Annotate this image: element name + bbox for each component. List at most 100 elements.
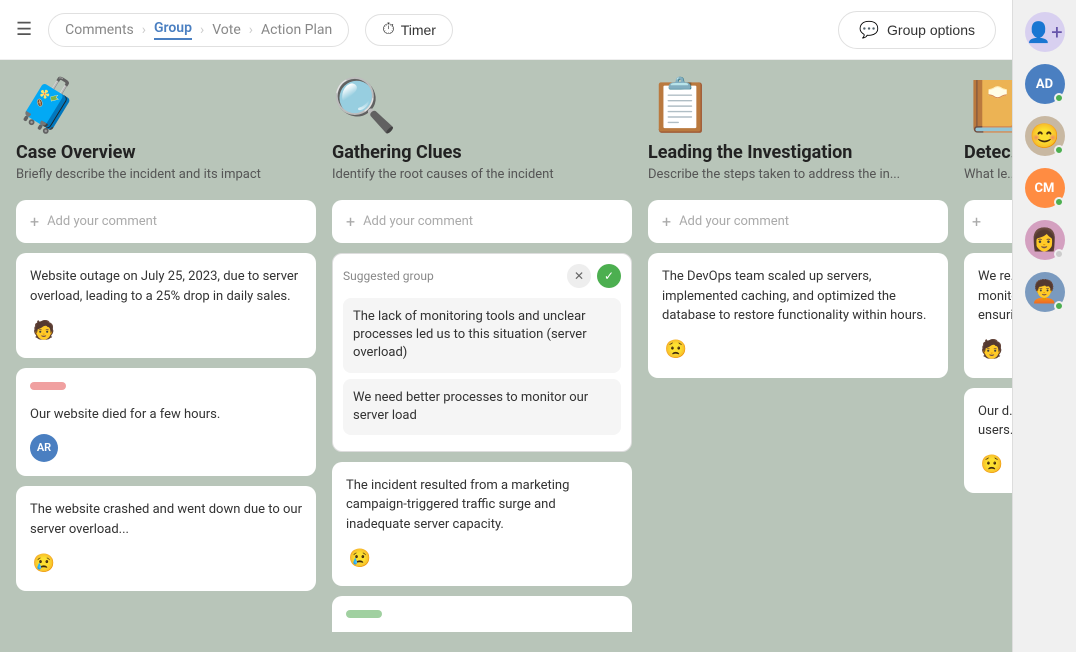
breadcrumb-sep-3: › — [249, 22, 253, 38]
sidebar-user-cm-status — [1054, 197, 1064, 207]
sidebar-user-4-status — [1054, 249, 1064, 259]
breadcrumb-nav: Comments › Group › Vote › Action Plan — [48, 13, 349, 47]
sidebar-user-ad[interactable]: AD — [1025, 64, 1065, 104]
sidebar-user-4[interactable]: 👩 — [1025, 220, 1065, 260]
card-detecting-2: Our d... users... 😟 — [964, 388, 1012, 493]
column-leading-investigation: 📋 Leading the Investigation Describe the… — [648, 80, 948, 632]
right-sidebar: 👤+ AD 😊 CM 👩 🧑‍🦱 — [1012, 0, 1076, 652]
sidebar-user-5-status — [1054, 301, 1064, 311]
avatar-gathering-clues-1: 😢 — [346, 544, 374, 572]
sidebar-user-2-status — [1054, 145, 1064, 155]
add-comment-case-overview[interactable]: + Add your comment — [16, 200, 316, 243]
gathering-clues-icon: 🔍 — [332, 80, 632, 132]
timer-icon: ⏱ — [382, 21, 394, 39]
hamburger-icon[interactable]: ☰ — [16, 19, 32, 40]
column-content-gathering-clues: Suggested group ✕ ✓ The lack of monitori… — [332, 253, 632, 632]
group-options-button[interactable]: 💬 Group options — [838, 11, 996, 49]
plus-icon-gathering-clues: + — [346, 212, 355, 231]
suggested-group-header: Suggested group ✕ ✓ — [343, 264, 621, 288]
card-gathering-clues-2: We had very good weekly updates but we n… — [332, 596, 632, 632]
card-detecting-1: We re... monito... ensuri... 🧑 — [964, 253, 1012, 378]
breadcrumb-comments[interactable]: Comments — [65, 22, 134, 38]
detecting-icon: 📔 — [964, 80, 1012, 132]
plus-icon-case-overview: + — [30, 212, 39, 231]
add-user-icon: 👤+ — [1026, 20, 1062, 44]
column-subtitle-leading: Describe the steps taken to address the … — [648, 167, 948, 182]
column-gathering-clues: 🔍 Gathering Clues Identify the root caus… — [332, 80, 632, 632]
column-header-leading: 📋 Leading the Investigation Describe the… — [648, 80, 948, 182]
leading-investigation-icon: 📋 — [648, 80, 948, 132]
column-header-gathering-clues: 🔍 Gathering Clues Identify the root caus… — [332, 80, 632, 182]
sg-inner-card-1: The lack of monitoring tools and unclear… — [343, 298, 621, 373]
breadcrumb-action-plan[interactable]: Action Plan — [261, 22, 332, 38]
suggested-group-label: Suggested group — [343, 269, 434, 283]
card-text-gc-1: The incident resulted from a marketing c… — [346, 476, 618, 535]
add-comment-placeholder-leading: Add your comment — [679, 214, 789, 229]
board-area: 🧳 Case Overview Briefly describe the inc… — [0, 60, 1012, 652]
avatar-leading-1: 😟 — [662, 336, 690, 364]
avatar-case-overview-3: 😢 — [30, 549, 58, 577]
column-header-detecting: 📔 Detec... What le... — [964, 80, 1012, 182]
plus-icon-detecting: + — [972, 212, 981, 231]
avatar-detecting-2: 😟 — [978, 451, 1006, 479]
plus-icon-leading: + — [662, 212, 671, 231]
suggested-group-confirm[interactable]: ✓ — [597, 264, 621, 288]
add-user-button[interactable]: 👤+ — [1025, 12, 1065, 52]
sidebar-user-ad-initials: AD — [1036, 77, 1053, 92]
add-comment-leading[interactable]: + Add your comment — [648, 200, 948, 243]
top-nav: ☰ Comments › Group › Vote › Action Plan … — [0, 0, 1012, 60]
card-gathering-clues-1: The incident resulted from a marketing c… — [332, 462, 632, 587]
main-area: ☰ Comments › Group › Vote › Action Plan … — [0, 0, 1012, 652]
breadcrumb-group[interactable]: Group — [154, 20, 192, 40]
column-title-case-overview: Case Overview — [16, 142, 316, 163]
card-text-1: Website outage on July 25, 2023, due to … — [30, 267, 302, 306]
breadcrumb-sep-2: › — [200, 22, 204, 38]
suggested-group-actions: ✕ ✓ — [567, 264, 621, 288]
column-content-leading: The DevOps team scaled up servers, imple… — [648, 253, 948, 378]
card-case-overview-1: Website outage on July 25, 2023, due to … — [16, 253, 316, 358]
card-tag-gc-2 — [346, 610, 382, 618]
suggested-group-close[interactable]: ✕ — [567, 264, 591, 288]
card-leading-1: The DevOps team scaled up servers, imple… — [648, 253, 948, 378]
column-header-case-overview: 🧳 Case Overview Briefly describe the inc… — [16, 80, 316, 182]
add-comment-gathering-clues[interactable]: + Add your comment — [332, 200, 632, 243]
card-text-3: The website crashed and went down due to… — [30, 500, 302, 539]
card-text-lead-1: The DevOps team scaled up servers, imple… — [662, 267, 934, 326]
suggested-group-card: Suggested group ✕ ✓ The lack of monitori… — [332, 253, 632, 452]
sidebar-user-2[interactable]: 😊 — [1025, 116, 1065, 156]
add-comment-placeholder-gathering-clues: Add your comment — [363, 214, 473, 229]
avatar-detecting-1: 🧑 — [978, 336, 1006, 364]
group-options-icon: 💬 — [859, 20, 879, 40]
card-text-2: Our website died for a few hours. — [30, 405, 302, 425]
column-title-leading: Leading the Investigation — [648, 142, 948, 163]
timer-label: Timer — [401, 22, 436, 38]
card-case-overview-2: Our website died for a few hours. AR — [16, 368, 316, 476]
column-content-detecting: We re... monito... ensuri... 🧑 Our d... … — [964, 253, 1012, 493]
column-subtitle-gathering-clues: Identify the root causes of the incident — [332, 167, 632, 182]
column-subtitle-case-overview: Briefly describe the incident and its im… — [16, 167, 316, 182]
column-content-case-overview: Website outage on July 25, 2023, due to … — [16, 253, 316, 591]
column-title-detecting: Detec... — [964, 142, 1012, 163]
sidebar-user-4-avatar: 👩 — [1031, 228, 1058, 253]
sidebar-user-cm-initials: CM — [1035, 181, 1055, 196]
timer-button[interactable]: ⏱ Timer — [365, 14, 453, 46]
breadcrumb-vote[interactable]: Vote — [212, 22, 241, 38]
breadcrumb-sep-1: › — [142, 22, 146, 38]
column-detecting: 📔 Detec... What le... + We re... monito.… — [964, 80, 1012, 632]
sidebar-user-ad-status — [1054, 93, 1064, 103]
avatar-case-overview-1: 🧑 — [30, 316, 58, 344]
sidebar-user-cm[interactable]: CM — [1025, 168, 1065, 208]
card-tag-2 — [30, 382, 66, 390]
add-comment-detecting[interactable]: + — [964, 200, 1012, 243]
column-case-overview: 🧳 Case Overview Briefly describe the inc… — [16, 80, 316, 632]
add-comment-placeholder-case-overview: Add your comment — [47, 214, 157, 229]
sg-inner-card-2: We need better processes to monitor our … — [343, 379, 621, 435]
card-text-det-1: We re... monito... ensuri... — [978, 267, 1012, 326]
column-title-gathering-clues: Gathering Clues — [332, 142, 632, 163]
case-overview-icon: 🧳 — [16, 80, 316, 132]
group-options-label: Group options — [887, 22, 975, 38]
card-text-det-2: Our d... users... — [978, 402, 1012, 441]
sidebar-user-5[interactable]: 🧑‍🦱 — [1025, 272, 1065, 312]
avatar-case-overview-2: AR — [30, 434, 58, 462]
card-case-overview-3: The website crashed and went down due to… — [16, 486, 316, 591]
